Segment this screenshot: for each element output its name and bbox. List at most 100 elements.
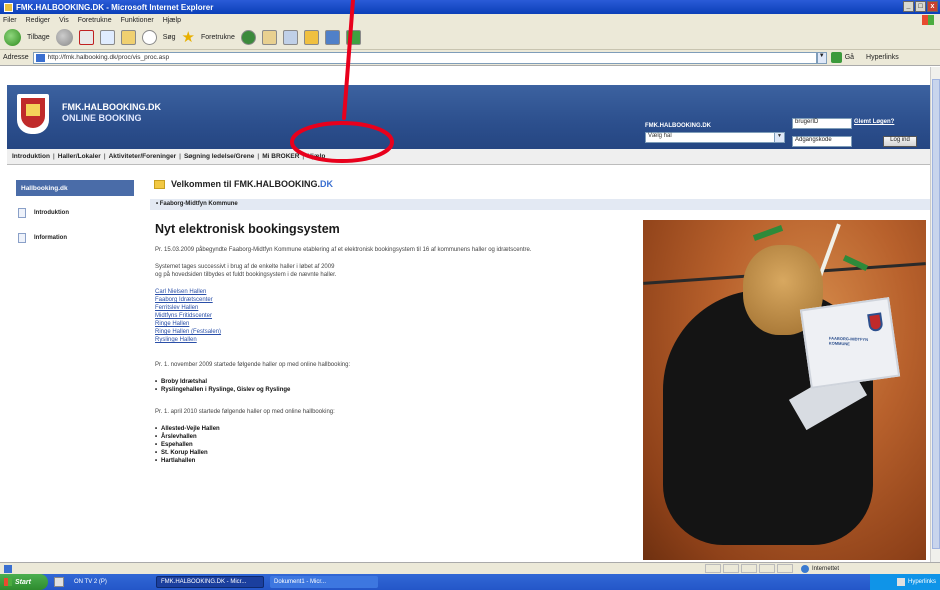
vertical-scrollbar[interactable] xyxy=(930,67,940,562)
status-panes xyxy=(705,564,793,573)
security-zone: Internettet xyxy=(801,564,840,573)
close-button[interactable]: x xyxy=(927,1,938,12)
folder-icon xyxy=(154,179,165,189)
page-icon xyxy=(35,53,45,62)
sidebar-item-label: Information xyxy=(34,235,67,241)
taskbar-item[interactable]: ON TV 2 (P) xyxy=(70,576,150,588)
start-label: Start xyxy=(15,578,31,586)
start-button[interactable]: Start xyxy=(0,574,48,590)
nav-hjaelp[interactable]: Hjælp xyxy=(305,153,327,160)
hall-link[interactable]: Faaborg Idrætscenter xyxy=(155,296,625,304)
address-label: Adresse xyxy=(3,54,29,61)
hall-link[interactable]: Ringe Hallen xyxy=(155,320,625,328)
taskbar: Start ON TV 2 (P) FMK.HALBOOKING.DK - Mi… xyxy=(0,574,940,590)
menu-view[interactable]: Vis xyxy=(59,17,69,24)
search-label[interactable]: Søg xyxy=(163,34,176,41)
sidebar-item-information[interactable]: Information xyxy=(16,230,134,246)
tray-icon[interactable] xyxy=(896,578,905,586)
april-list: Allested-Vejle Hallen Årslevhallen Espeh… xyxy=(155,425,625,465)
search-icon[interactable] xyxy=(141,30,157,45)
nav-mi-broker[interactable]: Mi BROKER xyxy=(260,153,301,160)
scrollbar-thumb[interactable] xyxy=(932,79,940,549)
intro-paragraph: Pr. 15.03.2009 påbegyndte Faaborg-Midtfy… xyxy=(155,247,532,253)
mail-icon[interactable] xyxy=(261,30,277,45)
hall-select[interactable]: Vælg hal ▼ xyxy=(645,132,785,143)
november-paragraph: Pr. 1. november 2009 startede følgende h… xyxy=(155,362,351,368)
hall-link[interactable]: Ringe Hallen (Festsalen) xyxy=(155,328,625,336)
minimize-button[interactable]: _ xyxy=(903,1,914,12)
quicklaunch-icon[interactable] xyxy=(54,577,64,587)
window-titlebar[interactable]: FMK.HALBOOKING.DK - Microsoft Internet E… xyxy=(0,0,940,14)
brand-subtitle: ONLINE BOOKING xyxy=(62,113,142,123)
november-list: Broby Idrætshal Ryslingehallen i Rysling… xyxy=(155,378,625,394)
menu-edit[interactable]: Rediger xyxy=(26,17,51,24)
refresh-icon[interactable] xyxy=(99,30,115,45)
left-sidebar: Hallbooking.dk Introduktion Information xyxy=(16,180,134,246)
hall-select-value: Vælg hal xyxy=(648,133,672,139)
forgot-password-link[interactable]: Glemt Løgen? xyxy=(854,119,894,125)
menu-tools[interactable]: Funktioner xyxy=(121,17,154,24)
laptop-screen-text: FAABORG-MIDTFYN KOMMUNE xyxy=(828,335,869,347)
system-paragraph-line1: Systemet tages successivt i brug af de e… xyxy=(155,264,335,270)
breadcrumb: • Faaborg-Midtfyn Kommune xyxy=(150,199,930,210)
back-label[interactable]: Tilbage xyxy=(27,34,50,41)
print-icon[interactable] xyxy=(282,30,298,45)
back-icon[interactable] xyxy=(4,29,21,46)
address-bar: Adresse http://fmk.halbooking.dk/proc/vi… xyxy=(0,50,940,66)
menu-file[interactable]: Filer xyxy=(3,17,17,24)
hall-link[interactable]: Carl Nielsen Hallen xyxy=(155,288,625,296)
chevron-down-icon[interactable]: ▼ xyxy=(774,133,784,142)
taskbar-item[interactable]: Dokument1 - Micr... xyxy=(270,576,378,588)
list-item: Ryslingehallen i Ryslinge, Gislev og Rys… xyxy=(155,386,625,394)
history-icon[interactable] xyxy=(240,30,256,45)
sidebar-item-hallbooking[interactable]: Hallbooking.dk xyxy=(16,180,134,196)
floor-tape xyxy=(752,225,784,241)
menu-help[interactable]: Hjælp xyxy=(163,17,181,24)
address-url[interactable]: http://fmk.halbooking.dk/proc/vis_proc.a… xyxy=(48,54,169,61)
research-icon[interactable] xyxy=(345,30,361,45)
list-item: Hartlahallen xyxy=(155,457,625,465)
folder-icon[interactable] xyxy=(303,30,319,45)
hall-select-label: FMK.HALBOOKING.DK xyxy=(645,123,711,129)
zone-label: Internettet xyxy=(812,565,840,572)
menu-favorites[interactable]: Foretrukne xyxy=(78,17,112,24)
go-icon[interactable] xyxy=(830,52,842,63)
system-paragraph-line2: og på hovedsiden tilbydes et fuldt booki… xyxy=(155,272,337,278)
stop-icon[interactable] xyxy=(78,30,94,45)
brand-title: FMK.HALBOOKING.DK xyxy=(62,102,161,112)
sidebar-item-label: Introduktion xyxy=(34,210,69,216)
system-paragraph: Systemet tages successivt i brug af de e… xyxy=(155,263,625,279)
nav-aktiviteter[interactable]: Aktiviteter/Foreninger xyxy=(107,153,179,160)
crest-logo[interactable] xyxy=(17,94,49,134)
welcome-text: Velkommen til FMK.HALBOOKING. xyxy=(171,179,321,189)
hall-link[interactable]: Ryslinge Hallen xyxy=(155,336,625,344)
favorites-star-icon[interactable]: ★ xyxy=(182,30,195,45)
window-title: FMK.HALBOOKING.DK - Microsoft Internet E… xyxy=(16,2,214,12)
login-button[interactable]: Log ind xyxy=(883,136,917,147)
nav-haller[interactable]: Haller/Lokaler xyxy=(56,153,103,160)
sidebar-item-introduktion[interactable]: Introduktion xyxy=(16,205,134,221)
messenger-icon[interactable] xyxy=(324,30,340,45)
list-item: Allested-Vejle Hallen xyxy=(155,425,625,433)
site-header: FMK.HALBOOKING.DK ONLINE BOOKING FMK.HAL… xyxy=(7,85,930,149)
links-toolbar[interactable]: Hyperlinks xyxy=(866,54,899,61)
password-field[interactable]: Adgangskode xyxy=(792,136,852,147)
site-brand: FMK.HALBOOKING.DK ONLINE BOOKING xyxy=(62,102,161,124)
taskbar-item-active[interactable]: FMK.HALBOOKING.DK - Micr... xyxy=(156,576,264,588)
go-button[interactable]: Gå xyxy=(845,54,854,61)
nav-introduktion[interactable]: Introduktion xyxy=(10,153,52,160)
list-item: Årslevhallen xyxy=(155,433,625,441)
hall-link[interactable]: Ferritslev Hallen xyxy=(155,304,625,312)
page-title: Nyt elektronisk bookingsystem xyxy=(155,222,340,236)
address-input[interactable]: http://fmk.halbooking.dk/proc/vis_proc.a… xyxy=(32,51,817,64)
hall-link[interactable]: Midtfyns Fritidscenter xyxy=(155,312,625,320)
home-icon[interactable] xyxy=(120,30,136,45)
list-item: Espehallen xyxy=(155,441,625,449)
username-field[interactable]: brugerID xyxy=(792,118,852,129)
maximize-button[interactable]: □ xyxy=(915,1,926,12)
crest-icon xyxy=(867,312,884,333)
nav-soegning[interactable]: Søgning ledelse/Grene xyxy=(182,153,256,160)
favorites-label[interactable]: Foretrukne xyxy=(201,34,235,41)
address-dropdown[interactable]: ▼ xyxy=(816,51,827,64)
forward-icon[interactable] xyxy=(55,29,73,46)
